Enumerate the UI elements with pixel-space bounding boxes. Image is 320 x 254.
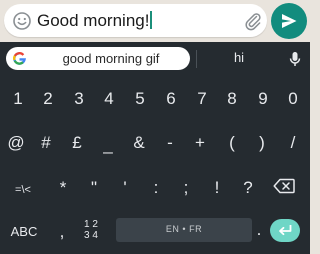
key-colon[interactable]: : <box>146 178 166 198</box>
key-period[interactable]: . <box>253 220 265 240</box>
abc-key[interactable]: ABC <box>8 222 40 242</box>
enter-arrow-icon <box>279 225 292 236</box>
key-minus[interactable]: - <box>160 133 180 153</box>
key-more-symbols[interactable]: =\< <box>8 180 38 200</box>
key-5[interactable]: 5 <box>130 89 150 109</box>
word-suggestion[interactable]: hi <box>196 50 282 66</box>
key-double-quote[interactable]: " <box>84 178 104 198</box>
paperclip-icon[interactable] <box>243 11 263 31</box>
key-close-paren[interactable]: ) <box>252 133 272 153</box>
google-g-icon <box>13 52 26 65</box>
message-input[interactable]: Good morning! <box>4 4 267 37</box>
key-asterisk[interactable]: * <box>53 178 73 198</box>
key-ampersand[interactable]: & <box>129 133 149 153</box>
send-arrow-icon <box>282 14 297 28</box>
numpad-bottom-label: 3 4 <box>84 230 98 241</box>
key-3[interactable]: 3 <box>69 89 89 109</box>
key-6[interactable]: 6 <box>161 89 181 109</box>
numpad-top-label: 1 2 <box>84 219 98 230</box>
keyboard: good morning gif hi 1 2 3 4 5 6 7 8 9 0 … <box>0 42 310 254</box>
backspace-icon[interactable] <box>273 178 295 194</box>
key-open-paren[interactable]: ( <box>222 133 242 153</box>
send-button[interactable] <box>271 3 307 39</box>
space-language-label: EN • FR <box>165 224 203 234</box>
key-plus[interactable]: + <box>190 133 210 153</box>
key-8[interactable]: 8 <box>222 89 242 109</box>
key-pound[interactable]: £ <box>67 133 87 153</box>
space-bar[interactable]: EN • FR <box>116 218 252 242</box>
key-hash[interactable]: # <box>36 133 56 153</box>
key-1[interactable]: 1 <box>8 89 28 109</box>
compose-bar: Good morning! <box>0 0 310 42</box>
key-9[interactable]: 9 <box>253 89 273 109</box>
key-semicolon[interactable]: ; <box>176 178 196 198</box>
key-exclamation[interactable]: ! <box>207 178 227 198</box>
key-at[interactable]: @ <box>6 133 26 153</box>
key-2[interactable]: 2 <box>38 89 58 109</box>
text-caret <box>150 11 153 29</box>
message-text[interactable]: Good morning! <box>37 11 153 31</box>
key-4[interactable]: 4 <box>99 89 119 109</box>
key-slash[interactable]: / <box>283 133 303 153</box>
suggestion-bar: good morning gif hi <box>0 42 310 75</box>
key-question[interactable]: ? <box>238 178 258 198</box>
microphone-icon[interactable] <box>286 50 304 68</box>
gif-search-text: good morning gif <box>62 51 160 66</box>
gif-search-suggestion[interactable]: good morning gif <box>6 47 190 70</box>
key-0[interactable]: 0 <box>283 89 303 109</box>
key-single-quote[interactable]: ' <box>115 178 135 198</box>
smiley-icon[interactable] <box>12 11 32 31</box>
key-underscore[interactable]: _ <box>98 135 118 155</box>
enter-button[interactable] <box>270 219 300 242</box>
key-7[interactable]: 7 <box>192 89 212 109</box>
key-comma[interactable]: , <box>55 222 69 242</box>
numpad-key[interactable]: 1 2 3 4 <box>81 219 101 241</box>
